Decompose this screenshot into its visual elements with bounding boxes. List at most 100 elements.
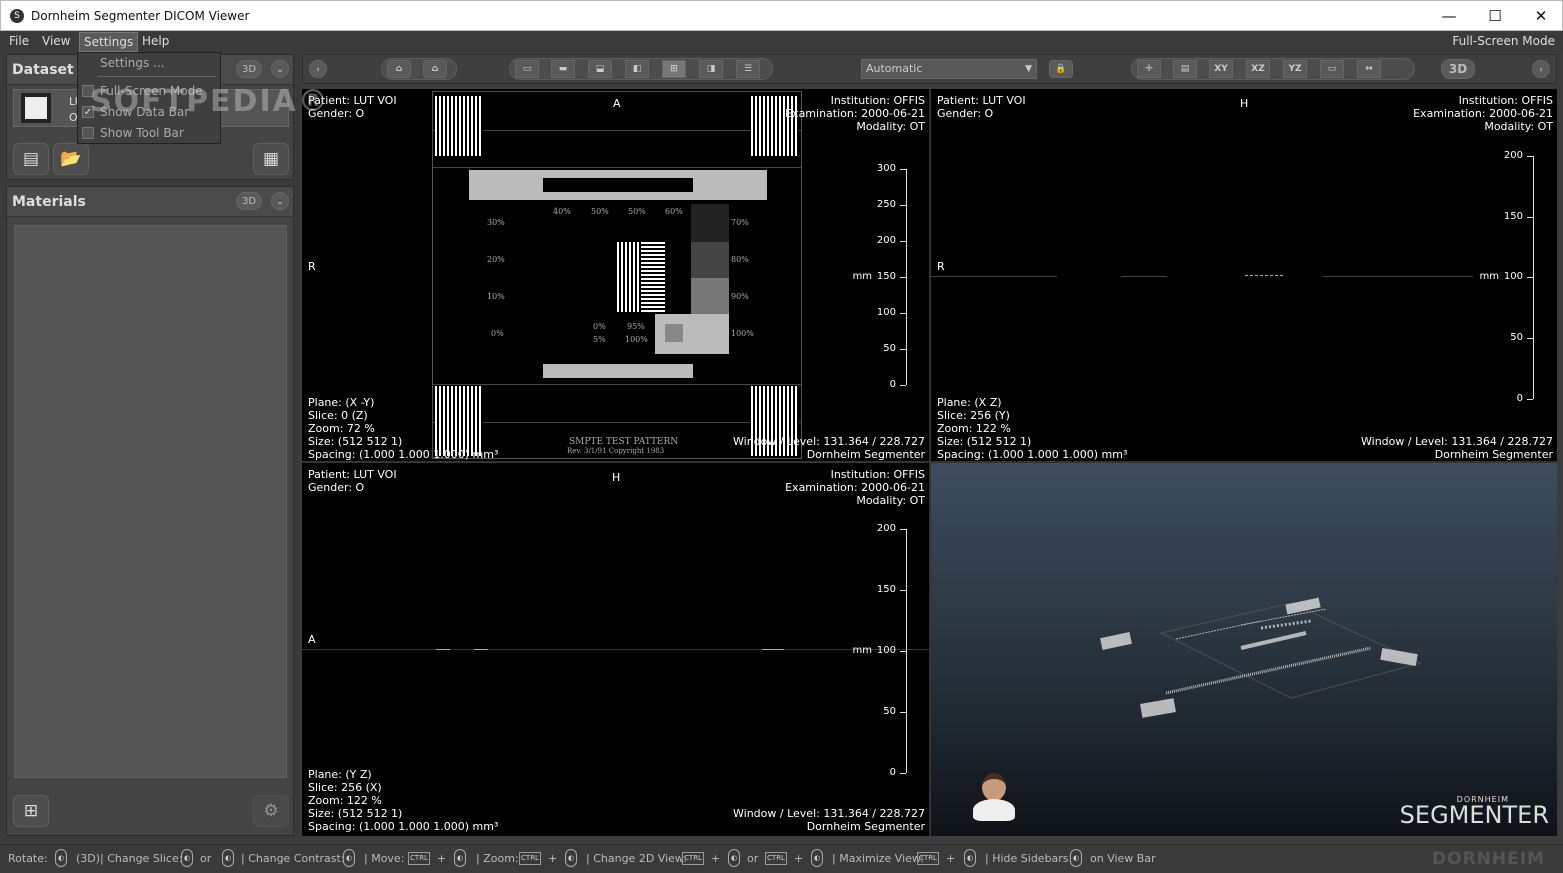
- view-3d-button[interactable]: 3D: [1441, 59, 1475, 79]
- viewport-sagittal[interactable]: Patient: LUT VOI Gender: O Institution: O…: [302, 463, 929, 836]
- lut-mode-select[interactable]: Automatic ▼: [861, 59, 1037, 79]
- scale-label: 100: [876, 307, 896, 318]
- examination-date: Examination: 2000-06-21: [785, 107, 925, 120]
- menu-settings[interactable]: Settings: [79, 32, 139, 52]
- toolbar-scroll-right-icon[interactable]: ›: [1532, 60, 1550, 78]
- menu-bar: File View Settings Help Full-Screen Mode: [0, 31, 1563, 52]
- zoom: Zoom: 122 %: [308, 794, 382, 807]
- scale-bar: [906, 529, 907, 773]
- layout-list-icon[interactable]: ☰: [736, 60, 760, 78]
- pattern-label: 95%: [627, 322, 645, 331]
- scale-label: 250: [876, 199, 896, 210]
- status-bar: Rotate: ◐ (3D) | Change Slice: ◐ or ◐ | …: [0, 844, 1563, 873]
- hint-change-2d-view: | Change 2D View:: [586, 852, 687, 865]
- viewport-3d[interactable]: DORNHEIM SEGMENTER: [931, 463, 1557, 836]
- view-toolbar: ‹ ⌂ ⌂ ▭ ▬ ⬓ ◧ ⊞ ◨ ☰ Automatic ▼ 🔒 ✛ ▤ XY …: [302, 54, 1557, 84]
- layout-side-icon[interactable]: ◨: [699, 60, 723, 78]
- patient-info: Patient: LUT VOI Gender: O: [308, 468, 397, 494]
- menu-separator: [98, 76, 216, 77]
- orientation-avatar-icon[interactable]: [971, 771, 1017, 825]
- zoom: Zoom: 122 %: [937, 422, 1011, 435]
- patient-name: Patient: LUT VOI: [308, 468, 397, 481]
- viewport-axial[interactable]: 40% 50% 50% 60% 30% 20% 10% 0% 70% 80% 9…: [302, 89, 929, 461]
- tool-bar-checkbox[interactable]: [82, 127, 94, 139]
- pattern-label: 5%: [593, 335, 606, 344]
- dornheim-brand: DORNHEIM: [1432, 849, 1545, 869]
- home-icon[interactable]: ⌂: [387, 60, 411, 78]
- open-folder-icon[interactable]: 📂: [53, 143, 89, 175]
- scale-tick: [900, 277, 906, 278]
- view-xz-button[interactable]: XZ: [1246, 60, 1270, 78]
- view-xy-button[interactable]: XY: [1209, 60, 1233, 78]
- layout-hsplit-icon[interactable]: ⬓: [588, 60, 612, 78]
- ctrl-key-icon: CTRL: [519, 852, 541, 865]
- slice-line: [1121, 276, 1167, 277]
- scale-label: 0: [1516, 393, 1523, 404]
- grid-line: [433, 167, 801, 168]
- scale-tick: [900, 712, 906, 713]
- layout-single-icon[interactable]: ▭: [515, 60, 539, 78]
- layout-wide-icon[interactable]: ▬: [551, 60, 575, 78]
- scale-unit: mm: [1479, 271, 1499, 282]
- ctrl-key-icon: CTRL: [408, 852, 430, 865]
- home-all-icon[interactable]: ⌂: [423, 60, 447, 78]
- scale-tick: [1527, 277, 1533, 278]
- toolbar-scroll-left-icon[interactable]: ‹: [309, 60, 327, 78]
- view-yz-button[interactable]: YZ: [1283, 60, 1307, 78]
- lock-icon[interactable]: 🔒: [1049, 60, 1073, 78]
- maximize-button[interactable]: ☐: [1472, 1, 1518, 31]
- viewport-coronal[interactable]: Patient: LUT VOI Gender: O Institution: O…: [931, 89, 1557, 461]
- dataset-info-icon[interactable]: ▦: [253, 143, 289, 175]
- window-level: Window / Level: 131.364 / 228.727: [733, 807, 925, 820]
- hint-or: or: [747, 852, 759, 865]
- crosshair-icon[interactable]: ✛: [1137, 60, 1161, 78]
- menu-file[interactable]: File: [9, 34, 29, 48]
- frame-icon[interactable]: ▭: [1320, 60, 1344, 78]
- measure-icon[interactable]: ↔: [1357, 60, 1381, 78]
- orientation-left: R: [308, 260, 316, 273]
- dataset-collapse-icon[interactable]: ⌄: [271, 60, 289, 78]
- slice: Slice: 0 (Z): [308, 409, 368, 422]
- menu-item-show-tool-bar[interactable]: Show Tool Bar: [100, 126, 184, 140]
- mouse-icon: ◐: [181, 849, 193, 867]
- close-button[interactable]: ✕: [1518, 1, 1563, 31]
- scale-label: 0: [889, 379, 896, 390]
- pattern-label: 100%: [625, 335, 648, 344]
- minimize-button[interactable]: —: [1426, 1, 1472, 31]
- center-horizontal-bars: [641, 242, 665, 312]
- grid-line: [433, 384, 801, 385]
- slice-info: Plane: (X Z) Slice: 256 (Y) Zoom: 122 % Siz…: [937, 396, 1127, 461]
- pattern-label: 20%: [487, 255, 505, 264]
- materials-panel: Materials 3D ⌄ ⊞ ⚙: [6, 186, 294, 836]
- slice-line: [1323, 276, 1473, 277]
- size: Size: (512 512 1): [937, 435, 1032, 448]
- slice-icon[interactable]: ▤: [1173, 60, 1197, 78]
- material-add-icon[interactable]: ⊞: [13, 795, 49, 827]
- layout-vsplit-icon[interactable]: ◧: [625, 60, 649, 78]
- study-info: Institution: OFFIS Examination: 2000-06-2…: [1413, 94, 1553, 133]
- title-bar: S Dornheim Segmenter DICOM Viewer — ☐ ✕: [0, 0, 1563, 31]
- dropdown-arrow-icon: ▼: [1025, 64, 1032, 74]
- scale-tick: [900, 385, 906, 386]
- plane: Plane: (X -Y): [308, 396, 375, 409]
- step-80: [691, 242, 729, 278]
- material-settings-icon[interactable]: ⚙: [253, 795, 289, 827]
- dataset-3d-toggle[interactable]: 3D: [236, 60, 262, 78]
- materials-3d-toggle[interactable]: 3D: [236, 192, 262, 210]
- menu-item-settings[interactable]: Settings ...: [100, 56, 164, 70]
- menu-view[interactable]: View: [42, 34, 70, 48]
- mouse-icon: ◐: [811, 849, 823, 867]
- hint-plus: +: [711, 852, 721, 865]
- scale-tick: [900, 651, 906, 652]
- brand-label: Dornheim Segmenter: [806, 820, 925, 833]
- full-screen-mode-link[interactable]: Full-Screen Mode: [1452, 34, 1555, 48]
- hint-hide-sidebars: | Hide Sidebars:: [985, 852, 1073, 865]
- pattern-label: 100%: [731, 329, 754, 338]
- modality: Modality: OT: [856, 494, 925, 507]
- materials-list[interactable]: [14, 225, 287, 778]
- scale-unit: mm: [852, 645, 872, 656]
- materials-collapse-icon[interactable]: ⌄: [271, 192, 289, 210]
- dataset-list-icon[interactable]: ▤: [13, 143, 49, 175]
- menu-help[interactable]: Help: [142, 34, 169, 48]
- layout-quad-icon[interactable]: ⊞: [662, 60, 686, 78]
